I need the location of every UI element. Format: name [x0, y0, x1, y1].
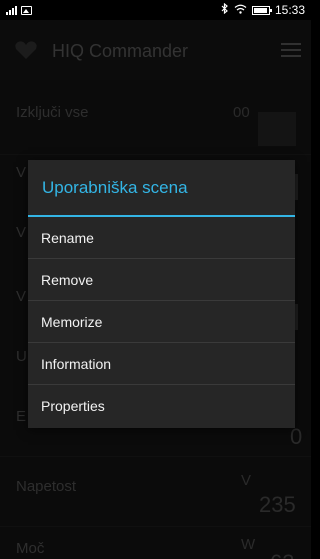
- status-left: [6, 5, 32, 15]
- status-right: 15:33: [221, 2, 305, 17]
- bluetooth-icon: [221, 2, 229, 17]
- scene-context-dialog: Uporabniška scena Rename Remove Memorize…: [28, 160, 295, 428]
- dialog-title: Uporabniška scena: [42, 178, 188, 197]
- menu-item-properties[interactable]: Properties: [28, 385, 295, 427]
- menu-item-remove[interactable]: Remove: [28, 259, 295, 301]
- battery-icon: [251, 5, 272, 15]
- menu-item-rename[interactable]: Rename: [28, 217, 295, 259]
- image-icon: [21, 5, 32, 15]
- menu-item-information[interactable]: Information: [28, 343, 295, 385]
- wifi-icon: [234, 4, 247, 17]
- status-bar: 15:33: [0, 0, 311, 20]
- signal-icon: [6, 5, 17, 15]
- dialog-menu: Rename Remove Memorize Information Prope…: [28, 217, 295, 427]
- menu-item-memorize[interactable]: Memorize: [28, 301, 295, 343]
- status-time: 15:33: [274, 3, 305, 17]
